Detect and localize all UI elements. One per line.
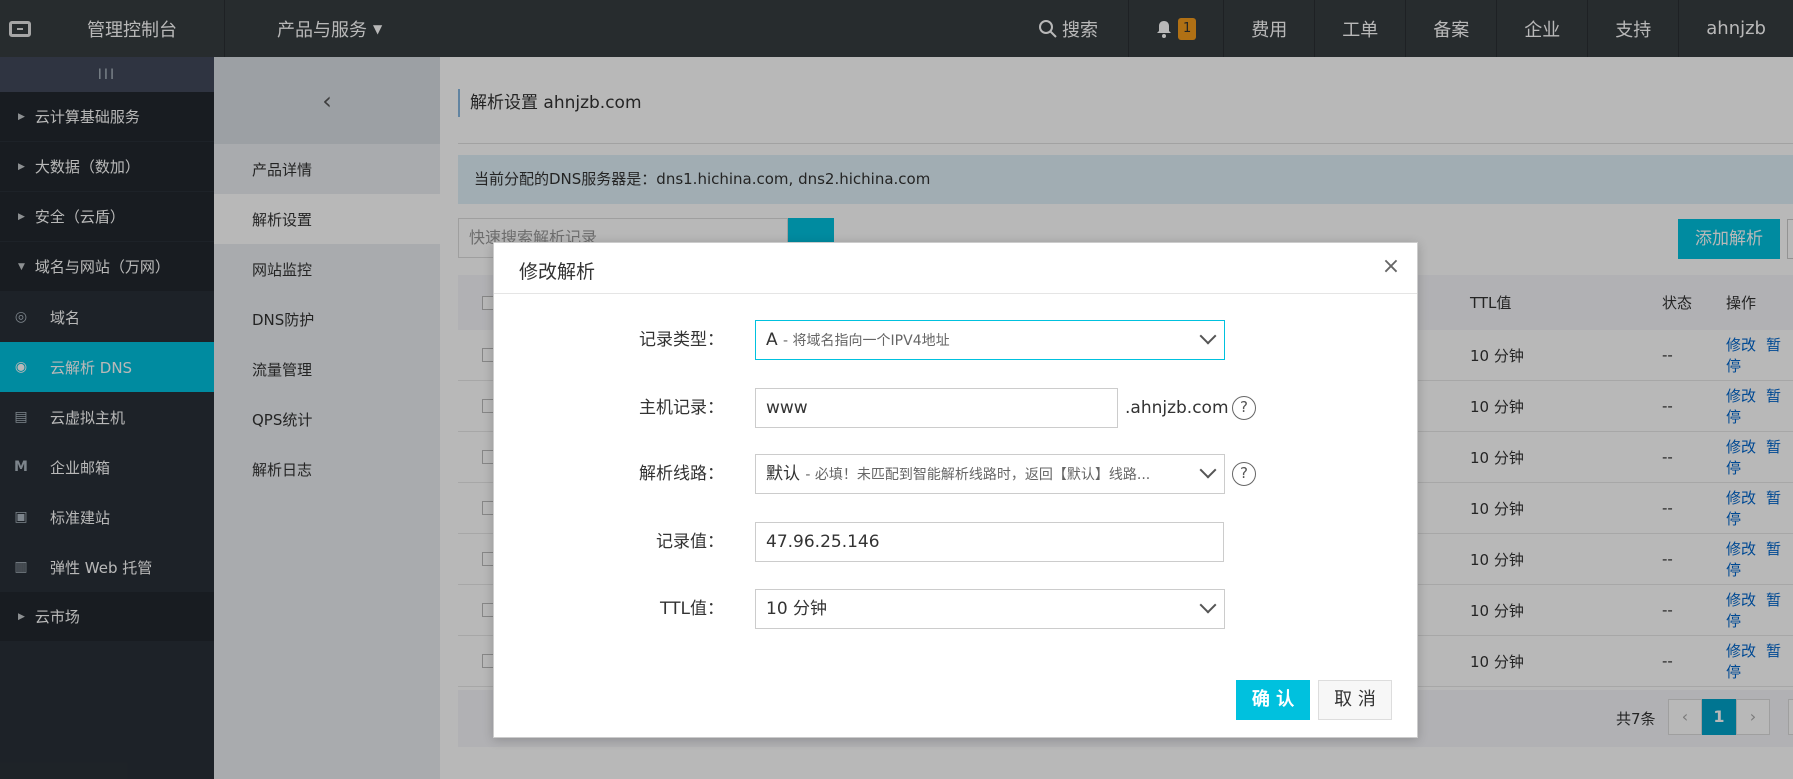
edit-record-dialog: 修改解析 × 记录类型： A - 将域名指向一个IPV4地址 主机记录： www… [493, 242, 1418, 738]
dialog-header: 修改解析 × [494, 243, 1417, 294]
record-type-select[interactable]: A - 将域名指向一个IPV4地址 [755, 320, 1225, 360]
chevron-down-icon [1199, 327, 1217, 345]
record-type-value: A [766, 330, 778, 350]
record-value-row: 记录值： 47.96.25.146 [494, 522, 1419, 562]
host-input[interactable]: www [755, 388, 1118, 428]
confirm-button[interactable]: 确 认 [1236, 680, 1310, 720]
line-label: 解析线路： [639, 464, 724, 484]
ttl-row: TTL值： 10 分钟 [494, 589, 1419, 629]
help-icon[interactable]: ? [1232, 462, 1256, 486]
record-type-row: 记录类型： A - 将域名指向一个IPV4地址 [494, 320, 1419, 360]
host-row: 主机记录： www .ahnjzb.com ? [494, 388, 1419, 428]
page: 管理控制台 产品与服务 ▼ 搜索 1 费用 工单 备案 企业 支持 ahnjzb… [0, 0, 1793, 779]
ttl-label: TTL值： [660, 599, 724, 619]
chevron-down-icon [1199, 596, 1217, 614]
record-type-hint: - 将域名指向一个IPV4地址 [783, 333, 950, 349]
dialog-title: 修改解析 [519, 261, 596, 283]
line-value: 默认 [766, 464, 800, 484]
cancel-button[interactable]: 取 消 [1318, 680, 1392, 720]
chevron-down-icon [1199, 461, 1217, 479]
line-select[interactable]: 默认 - 必填！未匹配到智能解析线路时，返回【默认】线路... [755, 454, 1225, 494]
line-row: 解析线路： 默认 - 必填！未匹配到智能解析线路时，返回【默认】线路... ? [494, 454, 1419, 494]
ttl-select[interactable]: 10 分钟 [755, 589, 1225, 629]
close-icon[interactable]: × [1379, 255, 1403, 279]
record-value-input[interactable]: 47.96.25.146 [755, 522, 1224, 562]
record-value-label: 记录值： [656, 532, 724, 552]
record-type-label: 记录类型： [639, 330, 724, 350]
domain-suffix: .ahnjzb.com [1125, 398, 1229, 418]
help-icon[interactable]: ? [1232, 396, 1256, 420]
line-hint: - 必填！未匹配到智能解析线路时，返回【默认】线路... [805, 467, 1151, 483]
host-label: 主机记录： [639, 398, 724, 418]
ttl-value: 10 分钟 [766, 599, 828, 619]
